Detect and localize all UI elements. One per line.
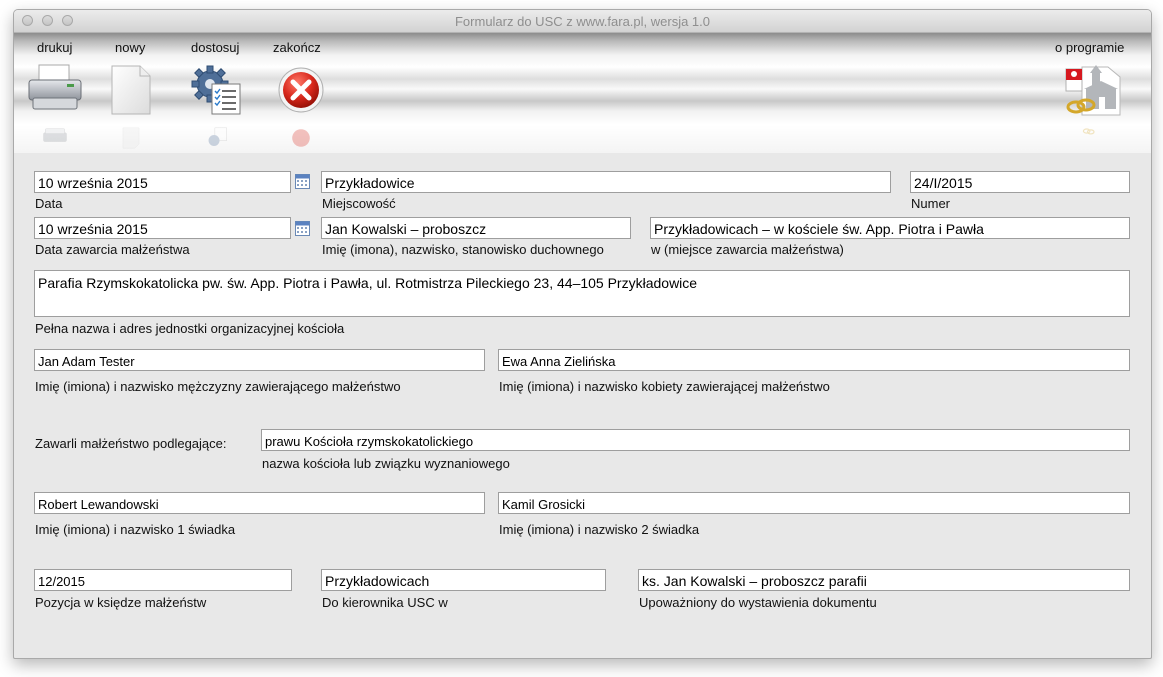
- witness2-caption: Imię (imiona) i nazwisko 2 świadka: [499, 522, 700, 537]
- authorized-field[interactable]: ks. Jan Kowalski – proboszcz parafii: [638, 569, 1130, 591]
- date-field[interactable]: 10 września 2015: [34, 171, 291, 193]
- bride-field[interactable]: Ewa Anna Zielińska: [498, 349, 1130, 371]
- date-caption: Data: [35, 196, 63, 211]
- subject-to-label: Zawarli małżeństwo podlegające:: [35, 436, 227, 451]
- settings-gear-icon: [191, 65, 241, 115]
- clergy-caption: Imię (imona), nazwisko, stanowisko ducho…: [322, 242, 604, 257]
- about-label: o programie: [1055, 40, 1125, 55]
- witness2-field[interactable]: Kamil Grosicki: [498, 492, 1130, 514]
- printer-icon-reflection: [43, 128, 67, 142]
- place-field[interactable]: Przykładowice: [321, 171, 891, 193]
- number-caption: Numer: [911, 196, 951, 211]
- calendar-icon[interactable]: [295, 174, 310, 189]
- clergy-field[interactable]: Jan Kowalski – proboszcz: [321, 217, 631, 239]
- quit-x-icon-reflection: [292, 129, 310, 147]
- new-label: nowy: [115, 40, 146, 55]
- authorized-caption: Upoważniony do wystawienia dokumentu: [639, 595, 877, 610]
- quit-label: zakończ: [273, 40, 321, 55]
- church-emblem-icon: [1065, 65, 1121, 116]
- church-emblem-icon-reflection: [1082, 128, 1095, 135]
- new-document-icon-reflection: [122, 127, 140, 149]
- usc-head-caption: Do kierownika USC w: [322, 595, 448, 610]
- marriage-place-caption: w (miejsce zawarcia małżeństwa): [651, 242, 844, 257]
- bride-caption: Imię (imiona) i nazwisko kobiety zawiera…: [499, 379, 830, 394]
- place-caption: Miejscowość: [322, 196, 396, 211]
- new-document-icon: [111, 65, 151, 115]
- witness1-field[interactable]: Robert Lewandowski: [34, 492, 485, 514]
- subject-to-caption: nazwa kościoła lub związku wyznaniowego: [262, 456, 510, 471]
- groom-caption: Imię (imiona) i nazwisko mężczyzny zawie…: [35, 379, 401, 394]
- toolbar: drukuj nowy dostosuj zakończ o programie: [14, 33, 1151, 153]
- church-unit-field[interactable]: Parafia Rzymskokatolicka pw. św. App. Pi…: [34, 270, 1130, 317]
- settings-gear-icon-reflection: [208, 127, 227, 147]
- printer-icon: [28, 64, 82, 110]
- subject-to-field[interactable]: prawu Kościoła rzymskokatolickiego: [261, 429, 1130, 451]
- settings-label: dostosuj: [191, 40, 240, 55]
- register-position-field[interactable]: 12/2015: [34, 569, 292, 591]
- marriage-place-field[interactable]: Przykładowicach – w kościele św. App. Pi…: [650, 217, 1130, 239]
- print-label: drukuj: [37, 40, 73, 55]
- title-bar: Formularz do USC z www.fara.pl, wersja 1…: [14, 10, 1151, 33]
- witness1-caption: Imię (imiona) i nazwisko 1 świadka: [35, 522, 236, 537]
- usc-head-field[interactable]: Przykładowicach: [321, 569, 606, 591]
- calendar-icon[interactable]: [295, 221, 310, 236]
- window-title: Formularz do USC z www.fara.pl, wersja 1…: [454, 14, 711, 29]
- register-position-caption: Pozycja w księdze małżeństw: [35, 595, 207, 610]
- marriage-date-caption: Data zawarcia małżeństwa: [35, 242, 190, 257]
- number-field[interactable]: 24/I/2015: [910, 171, 1130, 193]
- groom-field[interactable]: Jan Adam Tester: [34, 349, 485, 371]
- app-window: Formularz do USC z www.fara.pl, wersja 1…: [13, 9, 1152, 659]
- marriage-date-field[interactable]: 10 września 2015: [34, 217, 291, 239]
- church-unit-caption: Pełna nazwa i adres jednostki organizacy…: [35, 321, 345, 336]
- quit-x-icon: [278, 67, 324, 113]
